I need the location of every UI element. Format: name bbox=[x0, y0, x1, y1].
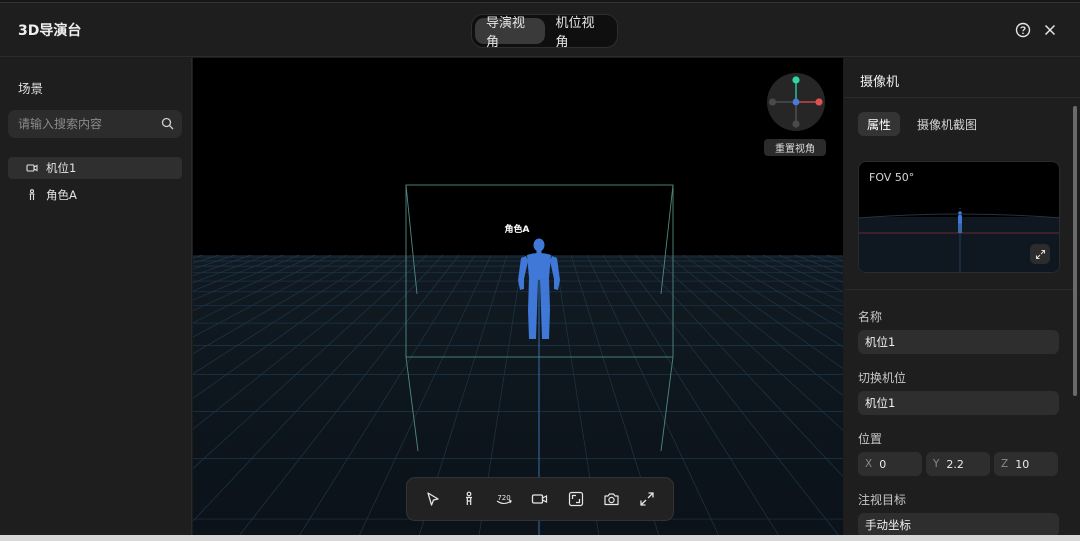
fullscreen-icon bbox=[640, 492, 654, 506]
section-divider bbox=[844, 289, 1074, 290]
search-icon[interactable] bbox=[161, 117, 174, 130]
axis-value: 0 bbox=[879, 457, 887, 471]
tab-director-view[interactable]: 导演视角 bbox=[475, 16, 545, 50]
expand-preview-button[interactable] bbox=[1030, 244, 1050, 264]
title-bar: 3D导演台 导演视角 机位视角 bbox=[0, 3, 1080, 57]
look-at-target-select[interactable]: 手动坐标 bbox=[858, 513, 1059, 536]
close-icon[interactable] bbox=[1041, 21, 1059, 39]
camera-panel-header: 摄像机 bbox=[844, 58, 1080, 98]
position-label: 位置 bbox=[858, 432, 883, 446]
person-icon bbox=[465, 491, 472, 505]
scene-item-character-a[interactable]: 角色A bbox=[8, 184, 182, 206]
tab-camera-screenshot[interactable]: 摄像机截图 bbox=[908, 112, 986, 136]
fov-label: FOV 50° bbox=[869, 171, 915, 184]
name-label: 名称 bbox=[858, 310, 883, 324]
camera-icon bbox=[26, 164, 38, 172]
fit-frame-icon bbox=[568, 491, 583, 507]
switch-camera-select[interactable]: 机位1 bbox=[858, 391, 1059, 415]
camera-preview: · FOV 50° bbox=[858, 161, 1060, 273]
person-icon bbox=[29, 189, 35, 200]
svg-text:720: 720 bbox=[498, 494, 511, 502]
axis-value: 2.2 bbox=[946, 457, 964, 471]
position-y-input[interactable]: Y 2.2 bbox=[926, 452, 990, 476]
scene-item-label: 角色A bbox=[46, 188, 77, 202]
axis-label: Z bbox=[1001, 458, 1009, 470]
position-z-input[interactable]: Z 10 bbox=[994, 452, 1058, 476]
svg-text:·: · bbox=[959, 206, 960, 211]
rotate-360-icon: 720 bbox=[496, 494, 513, 505]
scene-item-label: 机位1 bbox=[46, 161, 77, 175]
axis-value: 10 bbox=[1015, 457, 1030, 471]
character-tool-button[interactable] bbox=[456, 486, 482, 512]
search-input[interactable] bbox=[18, 110, 158, 138]
3d-viewport[interactable]: 重置视角 角色A 720 bbox=[193, 58, 843, 536]
camera-properties-panel: 摄像机 属性 摄像机截图 · FOV 50° 名称 机位1 切换机位 机位1 位… bbox=[844, 58, 1080, 536]
position-x-input[interactable]: X 0 bbox=[858, 452, 922, 476]
reset-view-button[interactable]: 重置视角 bbox=[764, 139, 826, 156]
screenshot-button[interactable] bbox=[598, 486, 624, 512]
scene-canvas bbox=[193, 184, 843, 536]
expand-icon bbox=[1035, 249, 1045, 259]
camera-tool-button[interactable] bbox=[527, 486, 553, 512]
scene-panel: 场景 机位1 角色A bbox=[0, 58, 192, 536]
fit-frame-button[interactable] bbox=[563, 486, 589, 512]
search-box bbox=[8, 110, 182, 138]
help-circle-icon[interactable] bbox=[1014, 21, 1032, 39]
rotate-360-button[interactable]: 720 bbox=[491, 486, 517, 512]
character-name-label: 角色A bbox=[504, 225, 530, 235]
app-window: 3D导演台 导演视角 机位视角 场景 机位1 bbox=[0, 2, 1080, 536]
look-at-target-label: 注视目标 bbox=[858, 493, 907, 507]
scene-item-camera-1[interactable]: 机位1 bbox=[8, 157, 182, 179]
screenshot-camera-icon bbox=[604, 493, 619, 506]
view-mode-switch: 导演视角 机位视角 bbox=[471, 14, 618, 50]
viewport-toolbar: 720 bbox=[406, 477, 674, 521]
tab-properties[interactable]: 属性 bbox=[858, 112, 901, 136]
select-arrow-icon bbox=[427, 492, 439, 506]
axis-label: X bbox=[865, 458, 873, 470]
name-field[interactable]: 机位1 bbox=[858, 330, 1059, 354]
axis-label: Y bbox=[933, 458, 940, 470]
scrollbar-thumb[interactable] bbox=[1073, 106, 1077, 396]
panel-scrollbar[interactable] bbox=[1072, 98, 1078, 536]
camera-panel-title: 摄像机 bbox=[860, 75, 900, 90]
app-title: 3D导演台 bbox=[18, 23, 82, 39]
view-gizmo[interactable] bbox=[766, 72, 826, 132]
switch-camera-label: 切换机位 bbox=[858, 371, 907, 385]
fullscreen-button[interactable] bbox=[634, 486, 660, 512]
select-tool-button[interactable] bbox=[420, 486, 446, 512]
video-camera-icon bbox=[532, 494, 548, 504]
taskbar-edge bbox=[0, 535, 1080, 541]
scene-panel-title: 场景 bbox=[18, 81, 44, 96]
tab-camera-view[interactable]: 机位视角 bbox=[545, 16, 615, 50]
